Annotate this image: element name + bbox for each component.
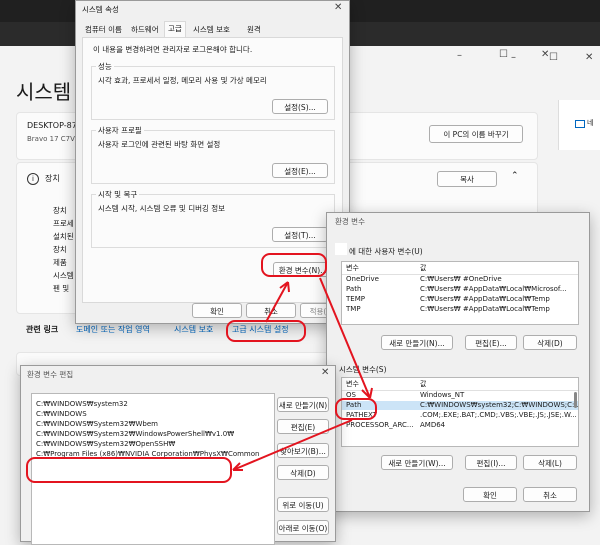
arrow-up xyxy=(265,281,289,323)
arrow-down xyxy=(319,277,371,399)
arrow-left xyxy=(232,419,353,471)
annotation-arrows xyxy=(232,277,373,471)
